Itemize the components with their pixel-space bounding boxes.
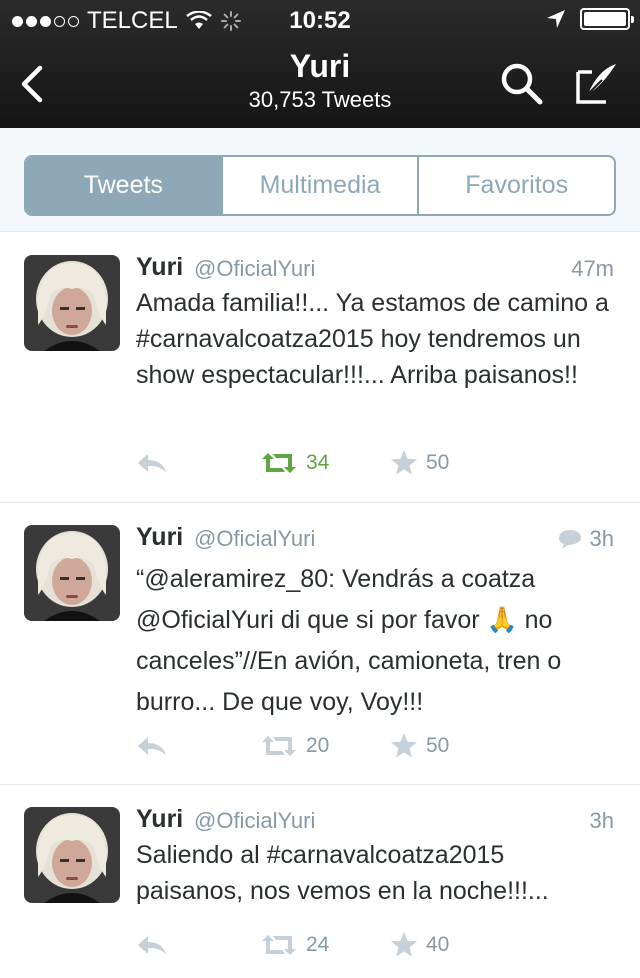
reply-button[interactable]	[136, 933, 260, 957]
author-name: Yuri	[136, 805, 184, 833]
author-name: Yuri	[136, 523, 184, 551]
favorite-icon	[391, 450, 417, 475]
profile-photo	[24, 807, 120, 903]
profile-photo	[24, 255, 120, 351]
favorite-count: 40	[426, 933, 450, 956]
reply-icon	[138, 737, 166, 755]
favorite-count: 50	[426, 451, 450, 474]
retweet-icon	[262, 736, 296, 756]
tweet-time-label: 3h	[589, 526, 614, 551]
tweet-text: Saliendo al #carnavalcoatza2015 paisanos…	[136, 841, 549, 905]
favorite-button[interactable]: 40	[390, 931, 510, 959]
retweet-count: 34	[306, 451, 330, 474]
favorite-button[interactable]: 50	[390, 449, 510, 477]
retweet-count: 24	[306, 933, 330, 956]
tweet-actions: 20 50	[136, 732, 510, 760]
favorite-button[interactable]: 50	[390, 732, 510, 760]
top-bar: TELCEL 10:52 Yuri 30,753 Tweets	[0, 0, 640, 128]
status-bar: TELCEL 10:52	[0, 0, 640, 40]
battery-icon	[580, 8, 634, 30]
tweet-actions: 34 50	[136, 449, 510, 477]
tweet-item[interactable]: Yuri @OficialYuri 3h “@aleramirez_80: Ve…	[0, 503, 640, 785]
author-handle: @OficialYuri	[194, 526, 316, 551]
tweet-time-label: 3h	[589, 808, 614, 833]
tab-tweets[interactable]: Tweets	[26, 157, 221, 214]
avatar[interactable]	[24, 255, 120, 351]
reply-icon	[138, 936, 166, 954]
retweet-count: 20	[306, 734, 330, 757]
profile-tabs-bar: Tweets Multimedia Favoritos	[0, 128, 640, 232]
author-name: Yuri	[136, 253, 184, 281]
compose-icon[interactable]	[572, 60, 620, 108]
reply-button[interactable]	[136, 734, 260, 758]
tab-multimedia[interactable]: Multimedia	[220, 157, 418, 214]
avatar[interactable]	[24, 525, 120, 621]
tweet-time-label: 47m	[571, 256, 614, 281]
author-handle: @OficialYuri	[194, 808, 316, 833]
search-icon[interactable]	[498, 60, 546, 108]
status-time: 10:52	[289, 7, 351, 34]
retweet-button[interactable]: 24	[260, 933, 390, 957]
location-arrow-icon	[547, 10, 565, 28]
reply-icon	[138, 454, 166, 472]
tweet-timestamp: 3h	[590, 808, 614, 834]
segmented-control: Tweets Multimedia Favoritos	[24, 155, 616, 216]
reply-button[interactable]	[136, 451, 260, 475]
tweet-text: “@aleramirez_80: Vendrás a coatza @Ofici…	[136, 565, 562, 716]
author-handle: @OficialYuri	[194, 256, 316, 281]
tab-favoritos[interactable]: Favoritos	[417, 157, 614, 214]
tweet-item[interactable]: Yuri @OficialYuri 3h Saliendo al #carnav…	[0, 785, 640, 978]
avatar[interactable]	[24, 807, 120, 903]
retweet-icon	[262, 453, 296, 473]
favorite-count: 50	[426, 734, 450, 757]
tweet-actions: 24 40	[136, 931, 510, 959]
tweet-item[interactable]: Yuri @OficialYuri 47m Amada familia!!...…	[0, 233, 640, 503]
profile-photo	[24, 525, 120, 621]
conversation-icon	[558, 530, 581, 549]
favorite-icon	[391, 932, 417, 957]
tweet-text: Amada familia!!... Ya estamos de camino …	[136, 289, 609, 389]
tweet-timestamp: 3h	[558, 526, 614, 552]
retweet-button[interactable]: 20	[260, 734, 390, 758]
retweet-icon	[262, 935, 296, 955]
favorite-icon	[391, 733, 417, 758]
retweet-button[interactable]: 34	[260, 451, 390, 475]
tweet-timestamp: 47m	[571, 256, 614, 282]
